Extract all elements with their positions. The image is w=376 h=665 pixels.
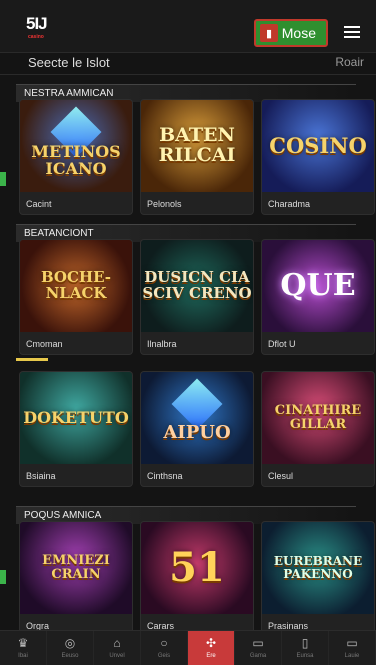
nav-item[interactable]: ⌂ Unvel [94, 631, 141, 665]
game-card[interactable]: CINATHIRE GILLAR Clesul [262, 372, 374, 486]
nav-item[interactable]: ○ Geis [141, 631, 188, 665]
game-card[interactable]: BOCHE-NLACK Cmoman [20, 240, 132, 354]
game-art: METINOS ICANO [20, 100, 132, 192]
logo-text: 5IJ [26, 14, 48, 33]
game-card[interactable]: BATEN RILCAI Pelonols [141, 100, 253, 214]
game-card[interactable]: 51 Carars [141, 522, 253, 636]
game-caption: Ilnalbra [147, 339, 177, 349]
nav-item[interactable]: ♛ Ibai [0, 631, 47, 665]
wallet-icon: ▭ [346, 636, 358, 650]
game-art: DOKETUTO [20, 372, 132, 464]
top-bar: 5IJ casino ▮ Mose [0, 0, 376, 53]
bottom-navigation: ♛ Ibai ◎ Eeuso ⌂ Unvel ○ Geis ✣ Ere ▭ Ga… [0, 630, 376, 665]
target-icon: ◎ [64, 636, 76, 650]
slots-icon: ✣ [205, 636, 217, 650]
circle-icon: ○ [160, 636, 168, 650]
nav-item[interactable]: ◎ Eeuso [47, 631, 94, 665]
nav-item[interactable]: ▭ Gama [235, 631, 282, 665]
game-caption: Bsiaina [26, 471, 56, 481]
logo-subtitle: casino [28, 34, 44, 40]
hamburger-menu-icon[interactable] [344, 26, 360, 38]
crown-icon: ♛ [17, 636, 29, 650]
side-tab-indicator [0, 172, 6, 186]
game-card[interactable]: DUSICN CIA SCIV CRENO Ilnalbra [141, 240, 253, 354]
game-card[interactable]: DOKETUTO Bsiaina [20, 372, 132, 486]
progress-indicator [16, 358, 48, 361]
game-caption: Cacint [26, 199, 52, 209]
game-art: EMNIEZI CRAIN [20, 522, 132, 614]
card-icon: ▭ [252, 636, 264, 650]
game-art: AIPUO [141, 372, 253, 464]
phone-icon: ▮ [260, 24, 278, 42]
side-tab-indicator [0, 570, 6, 584]
game-caption: Cinthsna [147, 471, 183, 481]
game-art: BATEN RILCAI [141, 100, 253, 192]
game-caption: Pelonols [147, 199, 182, 209]
game-caption: Dflot U [268, 339, 296, 349]
home-icon: ⌂ [113, 636, 121, 650]
app-logo[interactable]: 5IJ casino [26, 14, 60, 42]
game-caption: Charadma [268, 199, 311, 209]
game-card[interactable]: QUE Dflot U [262, 240, 374, 354]
section-header: Seecte le Islot Roair [0, 52, 376, 75]
game-art: CINATHIRE GILLAR [262, 372, 374, 464]
game-card[interactable]: AIPUO Cinthsna [141, 372, 253, 486]
section-title: Seecte le Islot [28, 55, 110, 70]
game-art: DUSICN CIA SCIV CRENO [141, 240, 253, 332]
game-art: 51 [141, 522, 253, 614]
section-action-link[interactable]: Roair [335, 55, 364, 69]
more-button[interactable]: ▮ Mose [254, 19, 328, 47]
game-card[interactable]: COSINO Charadma [262, 100, 374, 214]
nav-item-active[interactable]: ✣ Ere [188, 631, 235, 665]
game-art: EUREBRANE PAKENNO [262, 522, 374, 614]
nav-item[interactable]: ▭ Lauie [329, 631, 376, 665]
game-art: BOCHE-NLACK [20, 240, 132, 332]
phone-icon: ▯ [301, 636, 309, 650]
game-card[interactable]: METINOS ICANO Cacint [20, 100, 132, 214]
more-button-label: Mose [281, 25, 316, 41]
game-card[interactable]: EMNIEZI CRAIN Orgra [20, 522, 132, 636]
game-card[interactable]: EUREBRANE PAKENNO Prasinans [262, 522, 374, 636]
game-caption: Cmoman [26, 339, 63, 349]
game-art: COSINO [262, 100, 374, 192]
nav-item[interactable]: ▯ Eunsa [282, 631, 329, 665]
game-caption: Clesul [268, 471, 294, 481]
game-art: QUE [262, 240, 374, 332]
